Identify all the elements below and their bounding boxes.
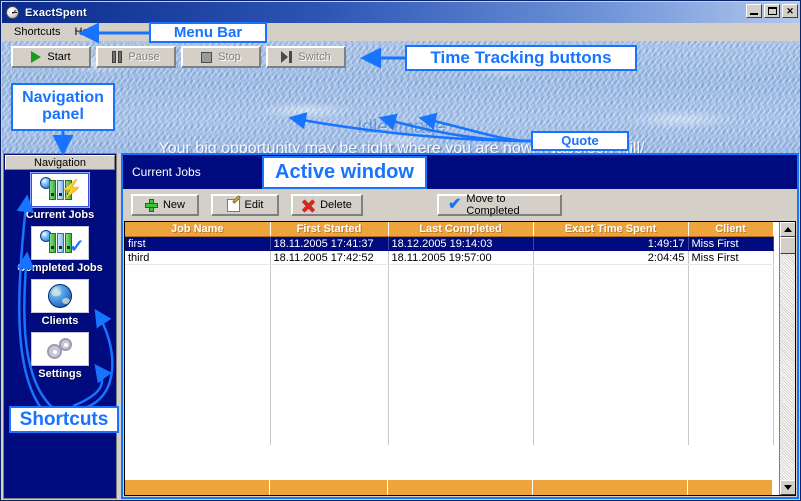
start-button-label: Start xyxy=(47,51,71,63)
x-icon xyxy=(301,198,316,213)
cell-exact-time-spent: 1:49:17 xyxy=(533,236,689,251)
menu-item-shortcuts[interactable]: Shortcuts xyxy=(7,25,67,39)
column-header-exact-time-spent[interactable]: Exact Time Spent xyxy=(533,222,689,237)
sidebar-label-completed-jobs: Completed Jobs xyxy=(17,262,103,274)
window-controls: ✕ xyxy=(746,4,798,18)
binders-bolt-icon: ⚡ xyxy=(31,173,89,207)
close-button[interactable]: ✕ xyxy=(782,4,798,18)
move-to-completed-button[interactable]: ✔ Move to Completed xyxy=(437,193,562,217)
scroll-down-icon[interactable] xyxy=(780,480,795,495)
edit-button-label: Edit xyxy=(244,199,264,211)
check-icon: ✔ xyxy=(448,196,462,213)
table-row[interactable]: third 18.11.2005 17:42:52 18.11.2005 19:… xyxy=(125,250,774,265)
new-button[interactable]: New xyxy=(131,194,199,216)
stopwatch-icon xyxy=(5,5,21,21)
time-tracking-toolbar: Start Pause Stop Switch xyxy=(11,46,346,68)
minimize-button[interactable] xyxy=(746,4,762,18)
annotation-time-tracking-buttons: Time Tracking buttons xyxy=(405,45,637,71)
delete-button[interactable]: Delete xyxy=(291,194,363,216)
cell-last-completed: 18.12.2005 19:14:03 xyxy=(388,236,534,251)
play-icon xyxy=(31,51,42,63)
column-header-job-name[interactable]: Job Name xyxy=(125,222,271,237)
cell-last-completed: 18.11.2005 19:57:00 xyxy=(388,250,534,265)
scrollbar-thumb[interactable] xyxy=(780,237,795,254)
cell-job-name: first xyxy=(125,236,271,251)
grid-vertical-scrollbar[interactable] xyxy=(779,222,795,495)
scroll-up-icon[interactable] xyxy=(780,222,795,237)
jobs-table: Job Name First Started Last Completed Ex… xyxy=(125,222,774,265)
pencil-icon xyxy=(226,198,240,212)
sidebar-item-current-jobs[interactable]: ⚡ Current Jobs xyxy=(4,173,116,221)
main-toolbar: New Edit Delete ✔ Move to Completed xyxy=(123,189,797,221)
sidebar-item-completed-jobs[interactable]: ✓ Completed Jobs xyxy=(4,226,116,274)
sidebar-label-settings: Settings xyxy=(38,368,82,380)
plus-icon xyxy=(144,198,158,212)
new-button-label: New xyxy=(162,199,185,211)
cell-client: Miss First xyxy=(688,250,774,265)
idle-image-banner: Start Pause Stop Switch Idle Image Your … xyxy=(2,41,800,153)
delete-button-label: Delete xyxy=(320,199,352,211)
navigation-panel: Navigation ⚡ Current Jobs ✓ Completed Jo… xyxy=(3,153,117,499)
title-bar: ExactSpent ✕ xyxy=(2,2,800,23)
gears-icon xyxy=(31,332,89,366)
cell-client: Miss First xyxy=(688,236,774,251)
globe-icon xyxy=(31,279,89,313)
idle-image-quote: Your big opportunity may be right where … xyxy=(158,140,645,153)
table-header-row: Job Name First Started Last Completed Ex… xyxy=(125,222,774,237)
stop-button[interactable]: Stop xyxy=(181,46,261,68)
menu-item-help[interactable]: Help xyxy=(67,25,104,39)
main-window-title-bar: Current Jobs xyxy=(123,155,797,189)
pause-button-label: Pause xyxy=(128,51,160,63)
sidebar-label-current-jobs: Current Jobs xyxy=(25,209,95,221)
pause-icon xyxy=(112,51,123,63)
page-title: Current Jobs xyxy=(132,165,201,179)
annotation-menu-bar: Menu Bar xyxy=(149,22,267,43)
switch-icon xyxy=(281,51,293,63)
application-window: ExactSpent ✕ Shortcuts Help Start Pause … xyxy=(0,0,801,501)
stop-button-label: Stop xyxy=(218,51,241,63)
table-row[interactable]: first 18.11.2005 17:41:37 18.12.2005 19:… xyxy=(125,236,774,251)
menu-bar: Shortcuts Help xyxy=(2,23,800,41)
column-header-first-started[interactable]: First Started xyxy=(270,222,389,237)
window-title: ExactSpent xyxy=(25,6,87,19)
annotation-shortcuts: Shortcuts xyxy=(9,406,119,433)
pause-button[interactable]: Pause xyxy=(96,46,176,68)
switch-button[interactable]: Switch xyxy=(266,46,346,68)
cell-exact-time-spent: 2:04:45 xyxy=(533,250,689,265)
switch-button-label: Switch xyxy=(298,51,331,63)
column-header-last-completed[interactable]: Last Completed xyxy=(388,222,534,237)
annotation-navigation-panel: Navigation panel xyxy=(11,83,115,131)
idle-image-heading: Idle Image xyxy=(357,117,446,138)
start-button[interactable]: Start xyxy=(11,46,91,68)
active-window-panel: Current Jobs New Edit Delete ✔ Move to C… xyxy=(121,153,799,499)
move-to-completed-label: Move to Completed xyxy=(466,193,520,217)
grid-footer-row xyxy=(125,480,773,495)
cell-first-started: 18.11.2005 17:41:37 xyxy=(270,236,389,251)
navigation-panel-header: Navigation xyxy=(5,155,115,170)
stop-icon xyxy=(201,51,213,63)
sidebar-item-settings[interactable]: Settings xyxy=(4,332,116,380)
navigation-items: ⚡ Current Jobs ✓ Completed Jobs Clients … xyxy=(4,173,116,385)
sidebar-item-clients[interactable]: Clients xyxy=(4,279,116,327)
annotation-quote: Quote xyxy=(531,131,629,151)
jobs-grid[interactable]: Job Name First Started Last Completed Ex… xyxy=(124,221,796,496)
sidebar-label-clients: Clients xyxy=(41,315,79,327)
binders-check-icon: ✓ xyxy=(31,226,89,260)
maximize-button[interactable] xyxy=(764,4,780,18)
column-header-client[interactable]: Client xyxy=(688,222,774,237)
grid-empty-rows xyxy=(125,265,774,445)
edit-button[interactable]: Edit xyxy=(211,194,279,216)
cell-first-started: 18.11.2005 17:42:52 xyxy=(270,250,389,265)
cell-job-name: third xyxy=(125,250,271,265)
annotation-active-window: Active window xyxy=(262,156,427,189)
